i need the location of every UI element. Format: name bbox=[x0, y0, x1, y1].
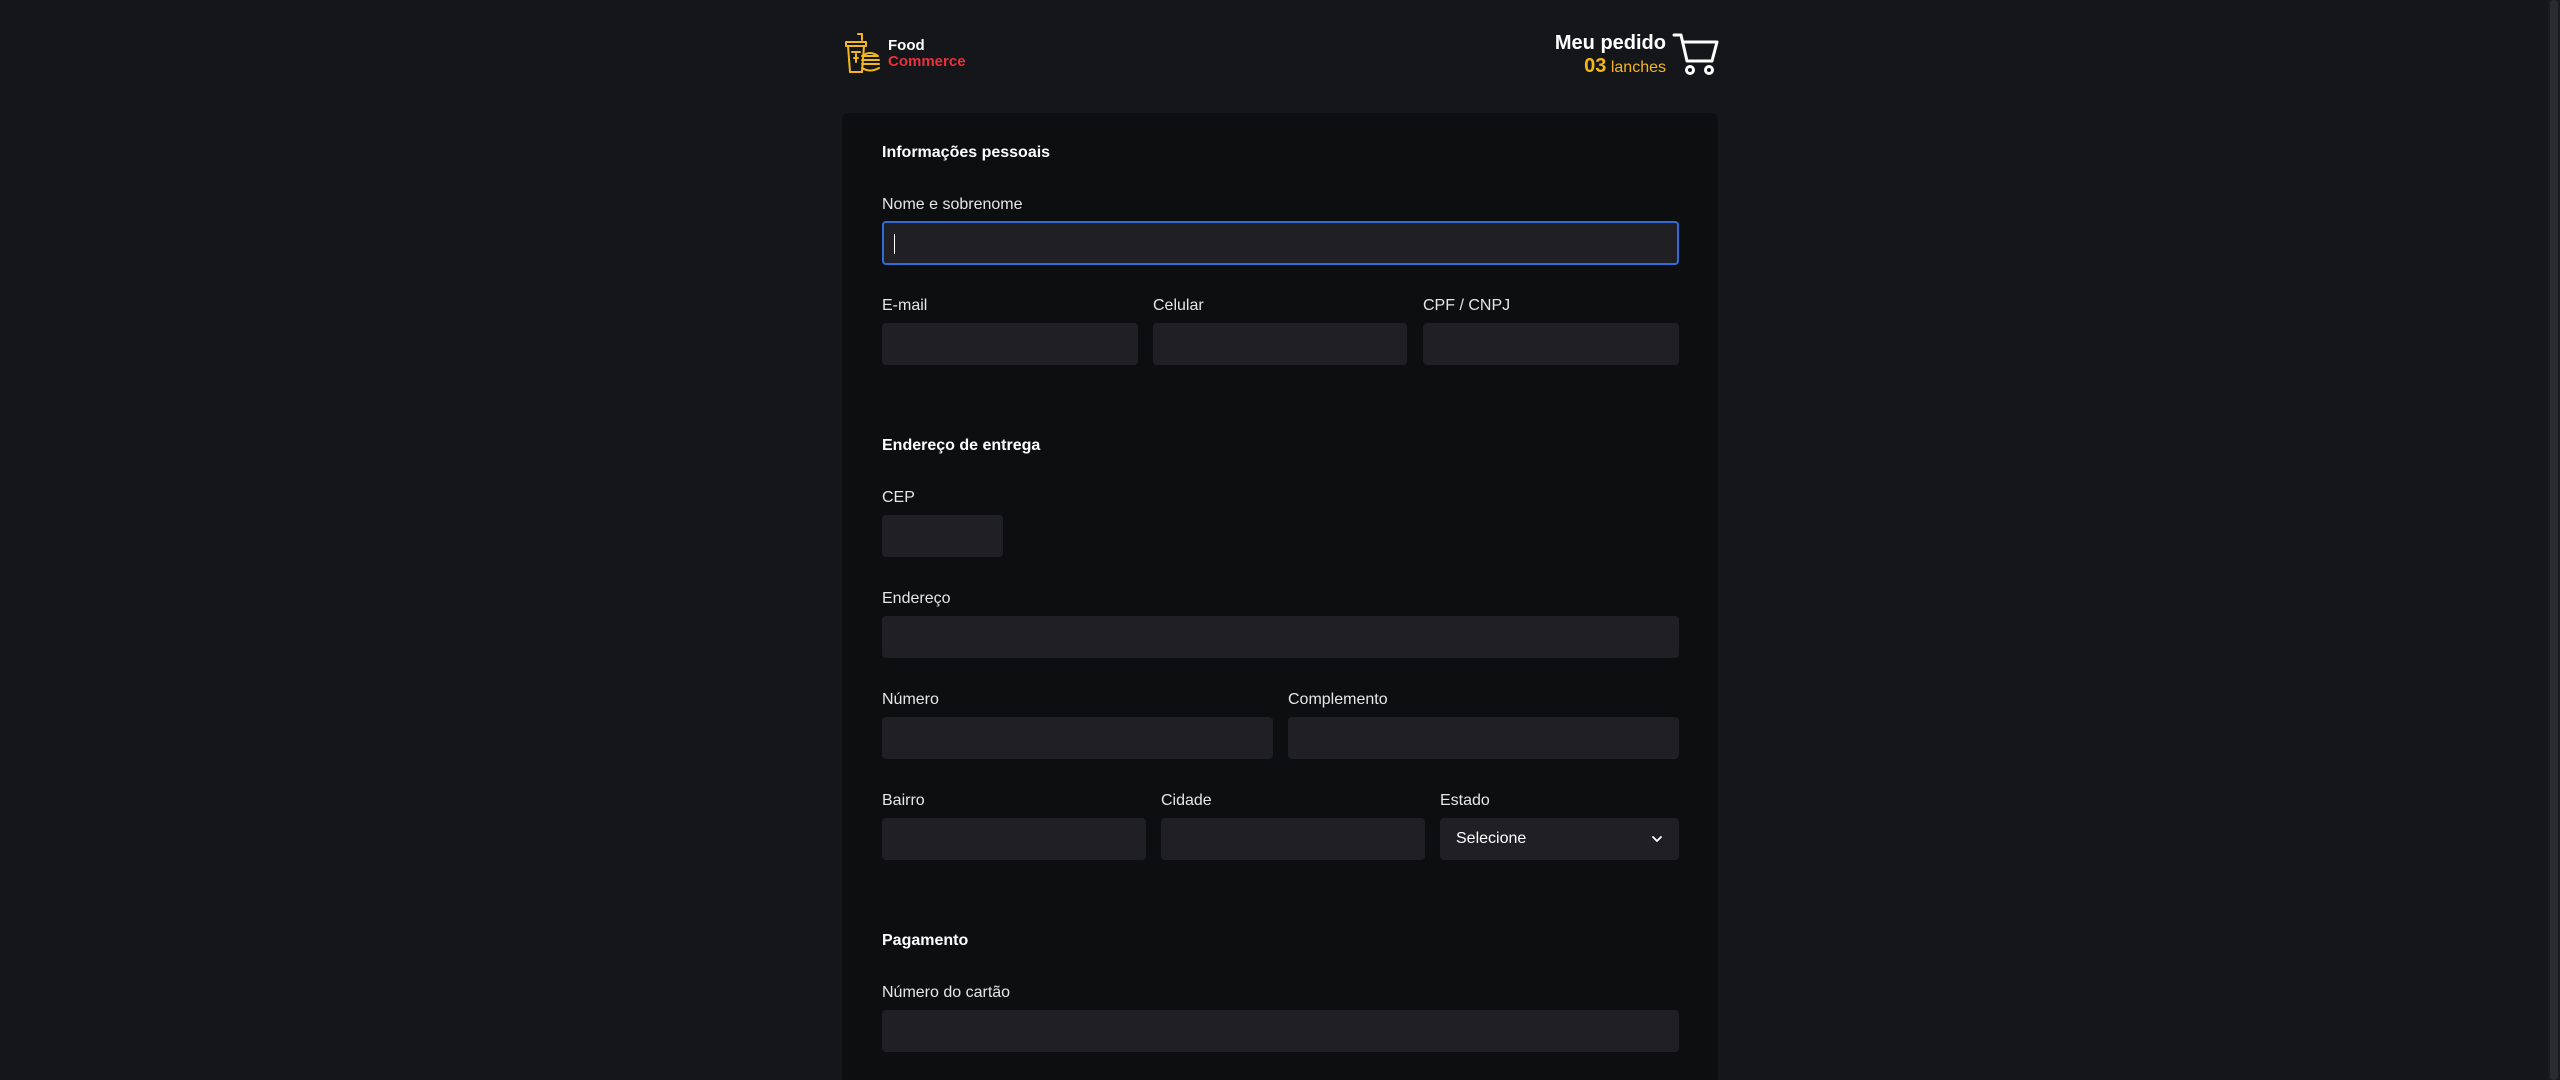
name-label: Nome e sobrenome bbox=[882, 196, 1023, 213]
order-unit: lanches bbox=[1610, 59, 1666, 76]
state-select[interactable]: Selecione bbox=[1440, 818, 1679, 860]
order-count: 03 bbox=[1584, 55, 1607, 77]
logo-line-commerce: Commerce bbox=[888, 53, 966, 70]
number-label: Número bbox=[882, 691, 939, 708]
email-input[interactable] bbox=[882, 323, 1138, 365]
section-title-address: Endereço de entrega bbox=[882, 437, 1041, 454]
complement-input[interactable] bbox=[1288, 717, 1679, 759]
order-text: Meu pedido 03 lanches bbox=[1555, 30, 1666, 78]
cep-input[interactable] bbox=[882, 515, 1003, 557]
order-subtitle: 03 lanches bbox=[1555, 56, 1666, 78]
phone-input[interactable] bbox=[1153, 323, 1407, 365]
district-label: Bairro bbox=[882, 792, 925, 809]
street-input[interactable] bbox=[882, 616, 1679, 658]
section-title-personal: Informações pessoais bbox=[882, 144, 1051, 161]
order-title: Meu pedido bbox=[1554, 32, 1666, 54]
state-select-value: Selecione bbox=[1456, 830, 1527, 847]
document-input[interactable] bbox=[1423, 323, 1679, 365]
phone-label: Celular bbox=[1153, 297, 1204, 314]
scrollbar[interactable] bbox=[2548, 0, 2560, 1080]
order-summary[interactable]: Meu pedido 03 lanches bbox=[1555, 30, 1720, 78]
text-caret bbox=[894, 234, 895, 254]
cart-icon[interactable] bbox=[1672, 31, 1720, 77]
logo-line-food: Food bbox=[888, 37, 925, 54]
district-input[interactable] bbox=[882, 818, 1146, 860]
city-input[interactable] bbox=[1161, 818, 1425, 860]
city-label: Cidade bbox=[1161, 792, 1212, 809]
food-logo-icon bbox=[840, 32, 882, 76]
card-number-label: Número do cartão bbox=[882, 984, 1011, 1001]
checkout-page: Food Commerce Meu pedido 03 lanches Info… bbox=[0, 0, 2560, 1080]
card-number-input[interactable] bbox=[882, 1010, 1679, 1052]
document-label: CPF / CNPJ bbox=[1423, 297, 1511, 314]
street-label: Endereço bbox=[882, 590, 951, 607]
logo-text: Food Commerce bbox=[888, 38, 966, 70]
section-title-payment: Pagamento bbox=[882, 932, 969, 949]
chevron-down-icon bbox=[1651, 835, 1663, 843]
cep-label: CEP bbox=[882, 489, 915, 506]
name-input[interactable] bbox=[882, 221, 1679, 265]
complement-label: Complemento bbox=[1288, 691, 1388, 708]
checkout-form: Informações pessoais Nome e sobrenome E-… bbox=[842, 113, 1718, 1080]
scrollbar-thumb[interactable] bbox=[2550, 0, 2558, 1080]
state-label: Estado bbox=[1440, 792, 1490, 809]
logo[interactable]: Food Commerce bbox=[840, 32, 966, 76]
number-input[interactable] bbox=[882, 717, 1273, 759]
email-label: E-mail bbox=[882, 297, 928, 314]
